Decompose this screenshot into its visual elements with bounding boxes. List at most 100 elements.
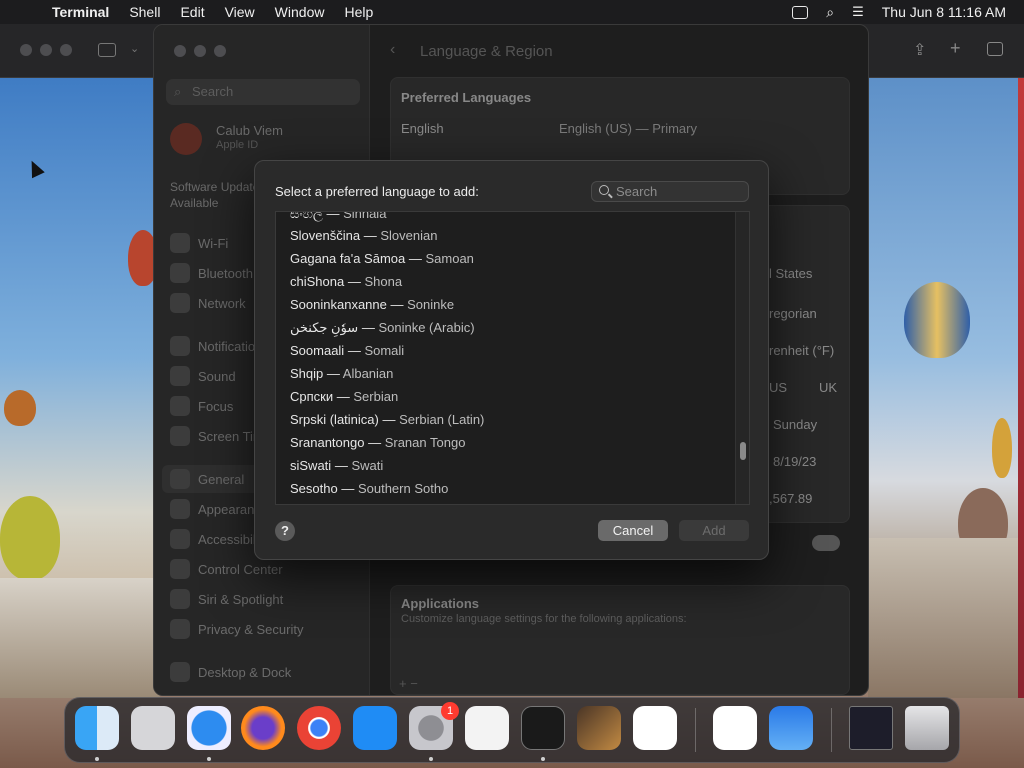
language-search-input[interactable] [616, 183, 744, 200]
list-item[interactable]: Српски — Serbian [290, 389, 398, 404]
sidebar-search-placeholder: Search [192, 84, 234, 99]
sidebar-item-bluetooth[interactable]: Bluetooth [170, 263, 253, 283]
sidebar-item-control-center[interactable]: Control Center [170, 559, 283, 579]
sidebar-item-siri[interactable]: Siri & Spotlight [170, 589, 283, 609]
native-name: Soomaali [290, 343, 345, 358]
sidebar-item-label: Desktop & Dock [198, 664, 292, 680]
menu-edit[interactable]: Edit [180, 4, 204, 20]
list-item[interactable]: سوٗنِ جكنخن — Soninke (Arabic) [290, 320, 475, 336]
safari-icon[interactable] [187, 706, 231, 750]
apple-id-name: Calub Viem [216, 123, 283, 138]
sidebar-item-focus[interactable]: Focus [170, 396, 233, 416]
control-center-icon[interactable]: ☰ [852, 4, 864, 20]
sidebar-item-privacy[interactable]: Privacy & Security [170, 619, 303, 639]
sidebar-item-network[interactable]: Network [170, 293, 246, 313]
menu-window[interactable]: Window [275, 4, 325, 20]
language-list[interactable]: සිංහල — Sinhala Slovenščina — Slovenian … [275, 211, 750, 505]
english-name: Somali [364, 343, 405, 358]
list-item[interactable]: Shqip — Albanian [290, 366, 393, 381]
measurement-us[interactable]: US [769, 380, 787, 395]
region-value[interactable]: l States [769, 266, 812, 281]
close-button[interactable] [20, 44, 32, 56]
app-store-icon[interactable] [353, 706, 397, 750]
search-icon [599, 185, 609, 195]
settings-minimize-button[interactable] [194, 45, 206, 57]
help-button[interactable]: ? [275, 521, 295, 541]
sidebar-item-general[interactable]: General [170, 469, 244, 489]
toggle-switch[interactable] [812, 535, 840, 551]
firefox-icon[interactable] [241, 706, 285, 750]
visual-studio-icon[interactable] [713, 706, 757, 750]
terminal-icon[interactable] [521, 706, 565, 750]
temperature-value[interactable]: renheit (°F) [769, 343, 834, 358]
launchpad-icon[interactable] [131, 706, 175, 750]
tab-overview-icon[interactable] [987, 42, 1003, 56]
list-item[interactable]: siSwati — Swati [290, 458, 383, 473]
zoom-button[interactable] [60, 44, 72, 56]
list-item[interactable]: chiShona — Shona [290, 274, 402, 289]
balloon-image [0, 496, 60, 580]
list-item[interactable]: Gagana fa'a Sāmoa — Samoan [290, 251, 474, 266]
list-item[interactable]: Srpski (latinica) — Serbian (Latin) [290, 412, 484, 427]
add-remove-buttons[interactable]: + − [399, 676, 418, 691]
settings-zoom-button[interactable] [214, 45, 226, 57]
list-item[interactable]: Soomaali — Somali [290, 343, 404, 358]
language-name[interactable]: English [401, 121, 444, 136]
network-icon [170, 293, 190, 313]
language-search-field[interactable] [591, 181, 749, 202]
native-name: සිංහල [290, 211, 323, 221]
sidebar-item-desktop-dock[interactable]: Desktop & Dock [170, 662, 291, 682]
screen-mirroring-icon[interactable] [792, 5, 809, 19]
trash-icon[interactable] [905, 706, 949, 750]
garageband-icon[interactable] [577, 706, 621, 750]
menu-view[interactable]: View [225, 4, 255, 20]
cancel-button[interactable]: Cancel [598, 520, 668, 541]
control-center-icon [170, 559, 190, 579]
share-icon[interactable]: ⇪ [913, 40, 926, 60]
sidebar-item-wifi[interactable]: Wi-Fi [170, 233, 228, 253]
chrome-icon[interactable] [297, 706, 341, 750]
sidebar-item-label: Sound [198, 368, 236, 384]
menu-shell[interactable]: Shell [129, 4, 160, 20]
list-scrollbar[interactable] [735, 212, 749, 504]
list-item[interactable]: සිංහල — Sinhala [290, 211, 386, 222]
menu-app-name[interactable]: Terminal [52, 4, 109, 20]
separator: — [382, 412, 396, 427]
menu-clock[interactable]: Thu Jun 8 11:16 AM [882, 4, 1006, 20]
apple-id-row[interactable]: Calub Viem Apple ID [170, 121, 360, 157]
weather-icon[interactable] [769, 706, 813, 750]
sidebar-toggle-icon[interactable] [98, 43, 116, 57]
separator: — [408, 251, 422, 266]
sidebar-item-sound[interactable]: Sound [170, 366, 236, 386]
first-day-value[interactable]: Sunday [773, 417, 817, 432]
search-icon: ⌕ [174, 84, 182, 99]
sidebar-search-input[interactable]: ⌕ Search [166, 79, 360, 105]
menu-help[interactable]: Help [344, 4, 373, 20]
preferred-languages-header: Preferred Languages [401, 90, 532, 105]
back-chevron-icon[interactable]: ‹ [390, 41, 395, 59]
chevron-down-icon[interactable]: ⌄ [130, 42, 139, 55]
measurement-uk[interactable]: UK [819, 380, 837, 395]
calendar-value[interactable]: regorian [769, 306, 817, 321]
terminal-window-icon[interactable] [849, 706, 893, 750]
screen-time-icon [170, 426, 190, 446]
balloon-image [4, 390, 36, 426]
sidebar-item-label: Bluetooth [198, 265, 253, 281]
finder-icon[interactable] [75, 706, 119, 750]
settings-close-button[interactable] [174, 45, 186, 57]
vscode-icon[interactable] [633, 706, 677, 750]
software-update-notice[interactable]: Software Update Available [170, 179, 260, 211]
scrollbar-thumb[interactable] [740, 442, 746, 460]
list-item[interactable]: Sooninkanxanne — Soninke [290, 297, 454, 312]
english-name: Swati [351, 458, 384, 473]
list-item[interactable]: Sranantongo — Sranan Tongo [290, 435, 465, 450]
dock-separator [831, 708, 832, 752]
list-item[interactable]: Sesotho — Southern Sotho [290, 481, 448, 496]
new-tab-icon[interactable]: + [950, 38, 961, 59]
list-item[interactable]: Slovenščina — Slovenian [290, 228, 437, 243]
minimize-button[interactable] [40, 44, 52, 56]
textedit-icon[interactable] [465, 706, 509, 750]
add-button[interactable]: Add [679, 520, 749, 541]
sidebar-item-label: Privacy & Security [198, 621, 304, 637]
spotlight-search-icon[interactable]: ⌕ [826, 4, 834, 21]
